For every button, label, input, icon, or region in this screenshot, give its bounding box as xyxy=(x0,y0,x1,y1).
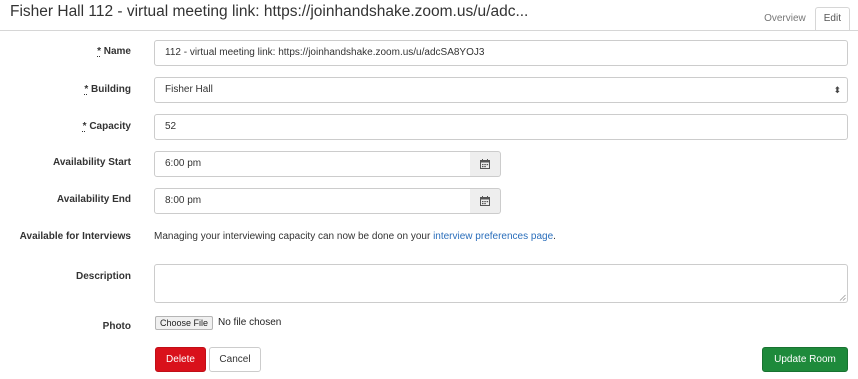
interview-preferences-link[interactable]: interview preferences page xyxy=(433,231,553,242)
photo-label: Photo xyxy=(102,321,131,332)
header-divider xyxy=(0,30,858,31)
delete-button[interactable]: Delete xyxy=(155,347,206,372)
tab-edit[interactable]: Edit xyxy=(814,7,850,31)
availability-start-input[interactable]: 6:00 pm xyxy=(154,151,471,177)
building-value: Fisher Hall xyxy=(165,84,213,95)
description-textarea[interactable] xyxy=(154,264,848,303)
building-label: * Building xyxy=(84,84,131,95)
file-status-text: No file chosen xyxy=(218,317,282,328)
required-marker: * xyxy=(82,121,87,132)
name-input[interactable]: 112 - virtual meeting link: https://join… xyxy=(154,40,848,66)
required-marker: * xyxy=(84,84,89,95)
building-select[interactable]: Fisher Hall ⬍ xyxy=(154,77,848,103)
tab-overview[interactable]: Overview xyxy=(755,7,815,30)
available-for-interviews-label: Available for Interviews xyxy=(19,231,131,242)
name-label: * Name xyxy=(97,46,131,57)
calendar-icon xyxy=(480,196,490,206)
description-label: Description xyxy=(75,271,131,282)
availability-end-input[interactable]: 8:00 pm xyxy=(154,188,471,214)
capacity-label: * Capacity xyxy=(82,121,131,132)
required-marker: * xyxy=(97,46,101,57)
choose-file-button[interactable]: Choose File xyxy=(155,316,214,330)
view-tabs: Overview Edit xyxy=(755,7,850,31)
page-title: Fisher Hall 112 - virtual meeting link: … xyxy=(10,3,529,20)
capacity-input[interactable]: 52 xyxy=(154,114,848,140)
interviews-info-text: Managing your interviewing capacity can … xyxy=(154,231,556,242)
availability-start-label: Availability Start xyxy=(53,157,131,168)
calendar-icon xyxy=(480,159,490,169)
availability-start-calendar-button[interactable] xyxy=(470,151,501,177)
cancel-button[interactable]: Cancel xyxy=(209,347,261,372)
update-room-button[interactable]: Update Room xyxy=(762,347,848,372)
availability-end-calendar-button[interactable] xyxy=(470,188,501,214)
resize-grip-icon[interactable] xyxy=(839,294,846,301)
select-arrows-icon: ⬍ xyxy=(833,85,841,95)
availability-end-label: Availability End xyxy=(56,194,131,205)
